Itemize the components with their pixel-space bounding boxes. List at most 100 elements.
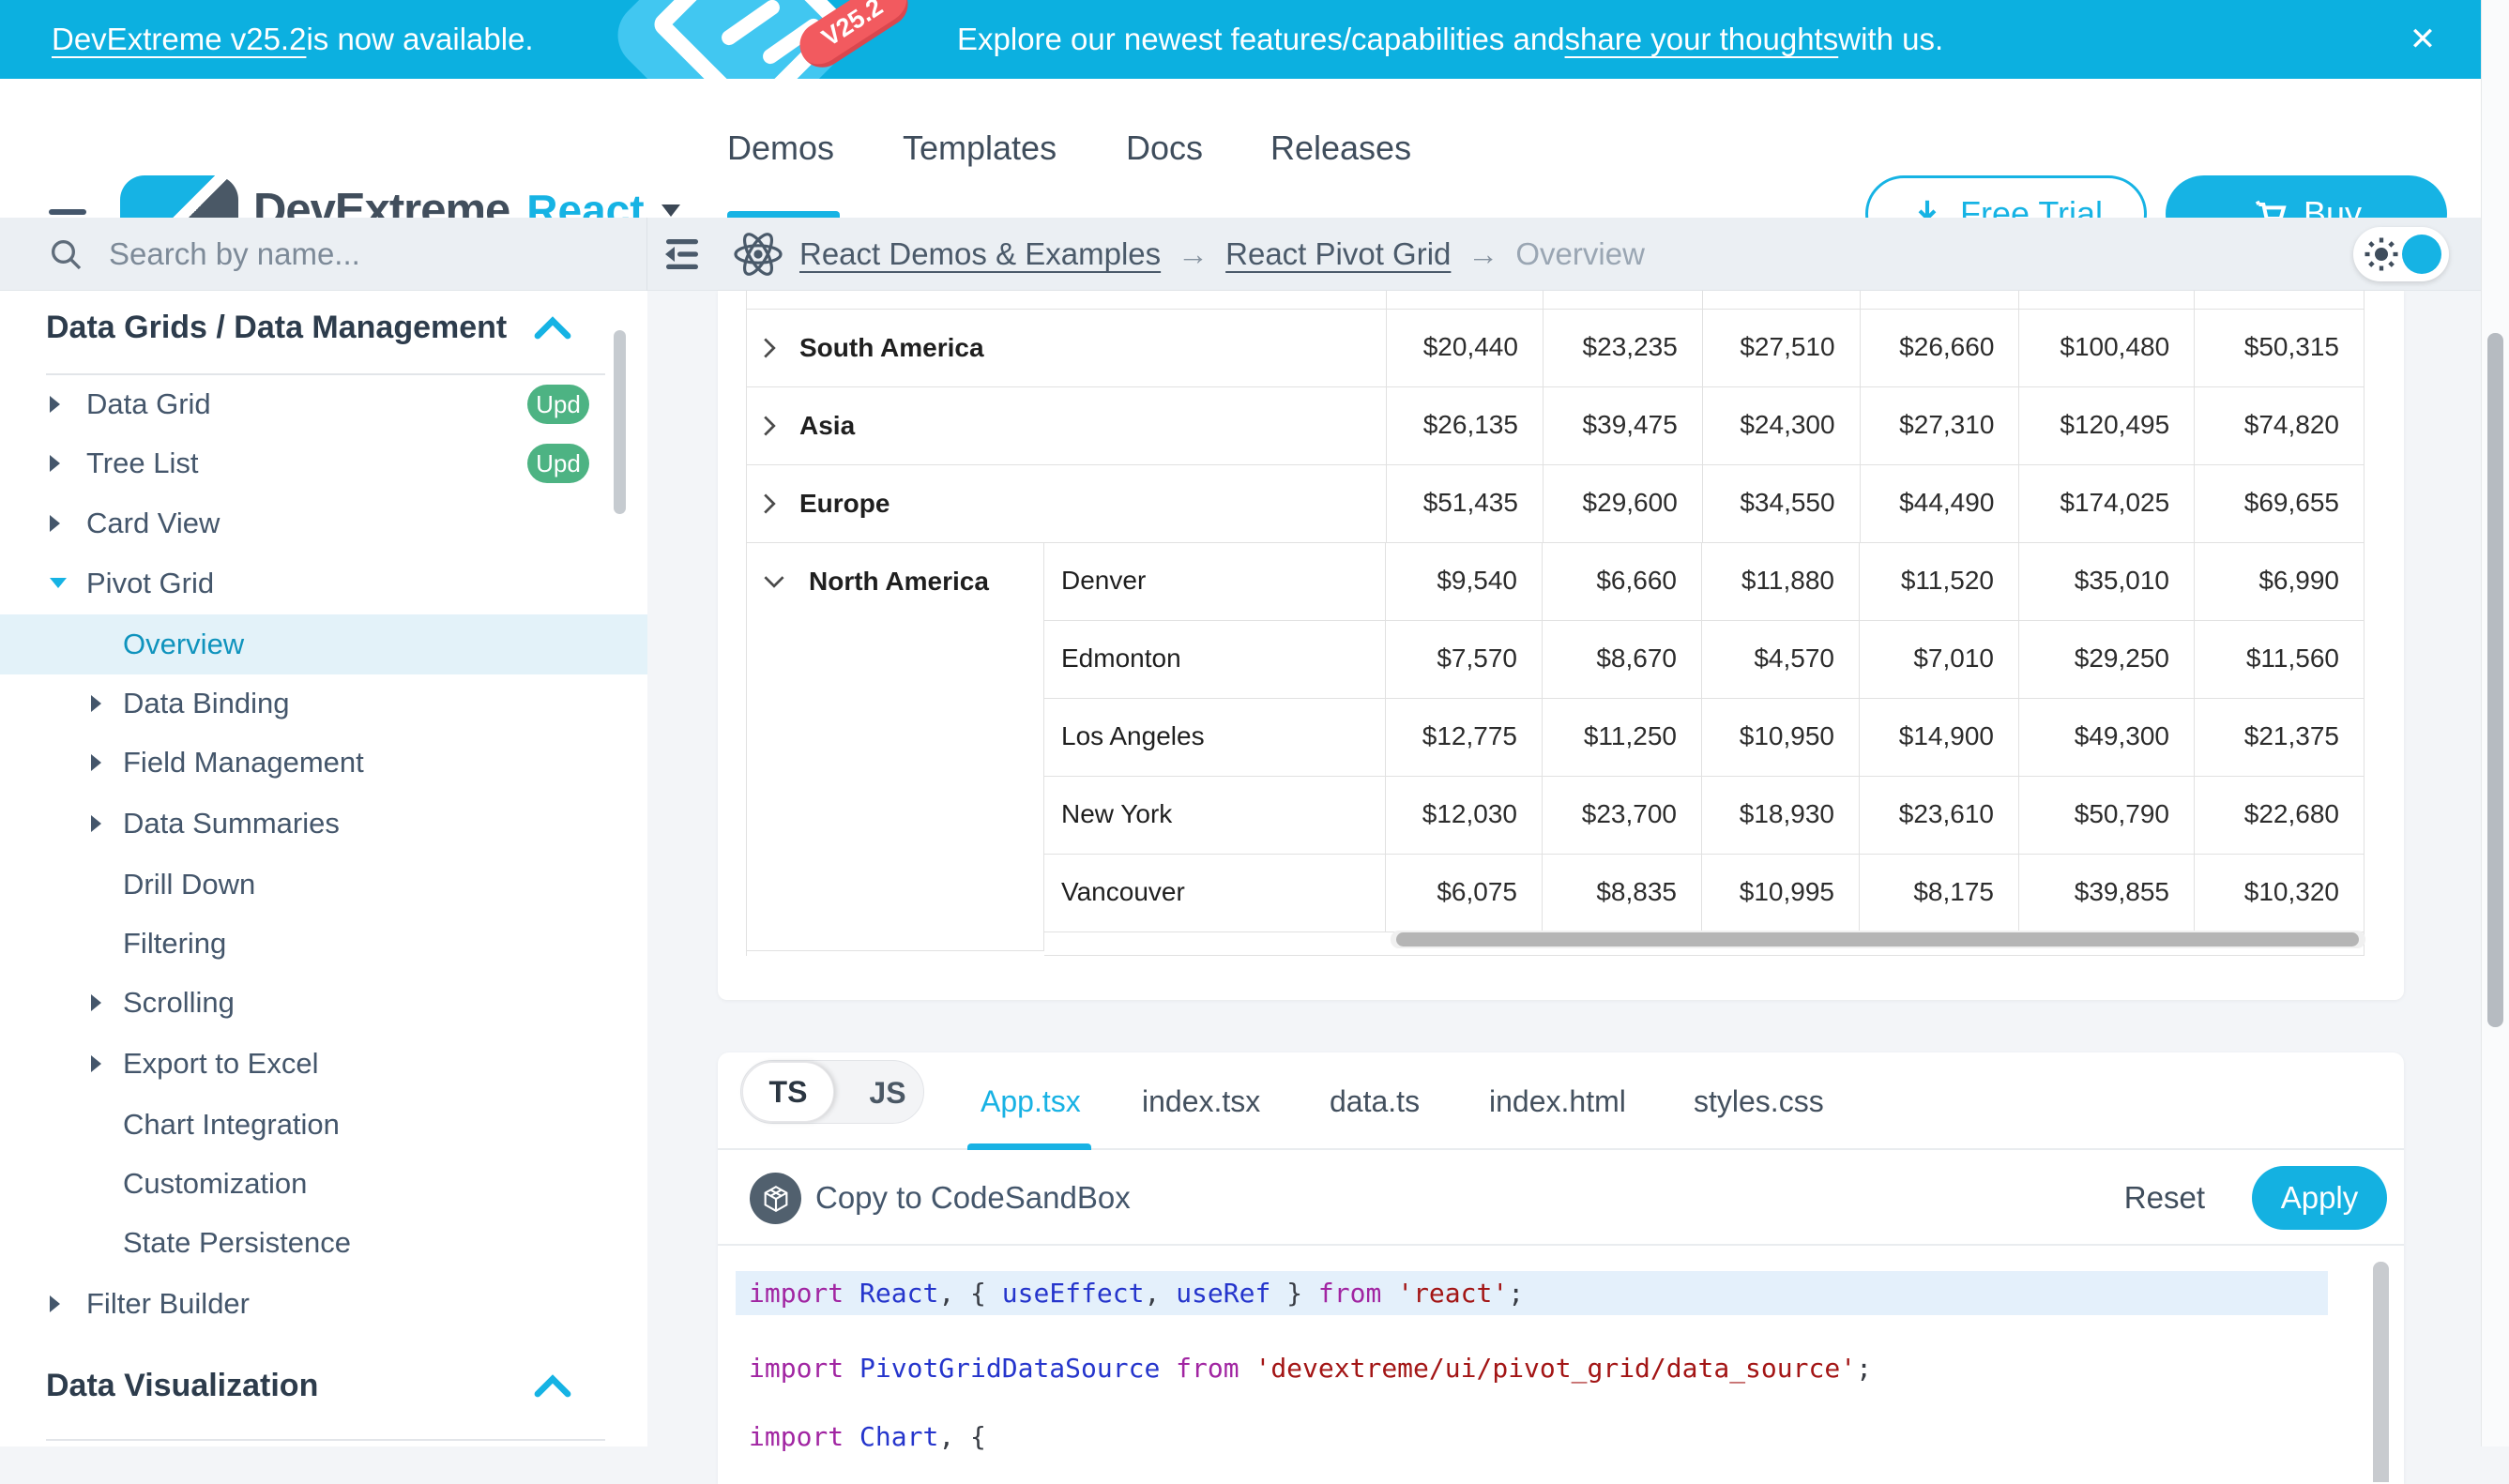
data-cell[interactable]: $10,320 xyxy=(2195,855,2364,931)
code-line[interactable]: import React, { useEffect, useRef } from… xyxy=(736,1271,2328,1315)
data-cell[interactable]: $12,775 xyxy=(1386,699,1543,776)
banner-version-link[interactable]: DevExtreme v25.2 xyxy=(52,22,306,57)
data-cell[interactable]: $18,930 xyxy=(1702,777,1860,854)
sidebar-item-data-grid[interactable]: Data Grid Upd xyxy=(0,374,647,434)
data-cell[interactable]: $34,550 xyxy=(1703,465,1861,542)
expand-arrow-icon[interactable] xyxy=(91,754,101,771)
data-cell[interactable]: $6,990 xyxy=(2195,543,2364,620)
row-header-city[interactable]: Vancouver xyxy=(1044,855,1386,931)
data-cell[interactable]: $9,540 xyxy=(1386,543,1543,620)
table-horizontal-scrollbar-thumb[interactable] xyxy=(1396,932,2359,946)
data-cell[interactable]: $20,440 xyxy=(1387,310,1543,386)
row-header-south-america[interactable]: South America xyxy=(747,310,1387,386)
data-cell[interactable]: $11,250 xyxy=(1543,699,1702,776)
nav-demos[interactable]: Demos xyxy=(727,79,834,218)
sidebar-item-data-binding[interactable]: Data Binding xyxy=(0,674,647,734)
collapse-sidebar-icon[interactable] xyxy=(659,234,704,275)
expand-arrow-icon[interactable] xyxy=(50,396,60,413)
expand-arrow-icon[interactable] xyxy=(91,994,101,1011)
data-cell[interactable]: $50,315 xyxy=(2195,310,2364,386)
chevron-up-icon[interactable] xyxy=(534,1373,571,1398)
data-cell[interactable]: $24,300 xyxy=(1703,387,1861,464)
data-cell[interactable]: $10,950 xyxy=(1702,699,1860,776)
tab-index-html[interactable]: index.html xyxy=(1489,1052,1626,1150)
row-header-city[interactable]: New York xyxy=(1044,777,1386,854)
sidebar-item-overview[interactable]: Overview xyxy=(0,614,647,674)
section-data-grids[interactable]: Data Grids / Data Management xyxy=(46,306,571,349)
chevron-right-icon[interactable] xyxy=(762,492,777,516)
data-cell[interactable]: $12,030 xyxy=(1386,777,1543,854)
data-cell[interactable]: $69,655 xyxy=(2195,465,2364,542)
table-horizontal-scrollbar[interactable] xyxy=(1391,931,2365,948)
nav-docs[interactable]: Docs xyxy=(1126,79,1203,218)
sidebar-item-scrolling[interactable]: Scrolling xyxy=(0,973,647,1033)
theme-toggle[interactable] xyxy=(2353,227,2449,281)
data-cell[interactable]: $39,475 xyxy=(1543,387,1703,464)
sidebar-item-filter-builder[interactable]: Filter Builder xyxy=(0,1274,647,1334)
row-header-north-america[interactable]: North America xyxy=(747,543,1044,951)
expand-arrow-icon[interactable] xyxy=(50,1295,60,1312)
nav-templates[interactable]: Templates xyxy=(903,79,1057,218)
code-line[interactable]: import Chart, { xyxy=(736,1415,2328,1459)
chevron-right-icon[interactable] xyxy=(762,414,777,438)
data-cell[interactable]: $26,660 xyxy=(1861,310,2020,386)
data-cell[interactable]: $22,680 xyxy=(2195,777,2364,854)
row-header-city[interactable]: Edmonton xyxy=(1044,621,1386,698)
data-cell[interactable]: $49,300 xyxy=(2019,699,2195,776)
code-line[interactable]: import PivotGridDataSource from 'devextr… xyxy=(736,1346,2328,1390)
code-editor[interactable]: import React, { useEffect, useRef } from… xyxy=(718,1246,2404,1482)
reset-button[interactable]: Reset xyxy=(2124,1150,2205,1246)
chevron-up-icon[interactable] xyxy=(534,315,571,340)
data-cell[interactable]: $6,660 xyxy=(1543,543,1702,620)
sidebar-scrollbar-thumb[interactable] xyxy=(614,330,626,514)
sidebar-item-tree-list[interactable]: Tree List Upd xyxy=(0,433,647,493)
copy-to-codesandbox-button[interactable]: Copy to CodeSandBox xyxy=(815,1150,1131,1246)
chevron-right-icon[interactable] xyxy=(762,336,777,360)
data-cell[interactable]: $8,670 xyxy=(1543,621,1702,698)
expand-arrow-icon[interactable] xyxy=(91,815,101,832)
row-header-city[interactable]: Los Angeles xyxy=(1044,699,1386,776)
data-cell[interactable]: $29,600 xyxy=(1543,465,1703,542)
data-cell[interactable]: $4,570 xyxy=(1702,621,1860,698)
data-cell[interactable]: $7,570 xyxy=(1386,621,1543,698)
data-cell[interactable]: $100,480 xyxy=(2019,310,2195,386)
data-cell[interactable]: $23,610 xyxy=(1860,777,2019,854)
data-cell[interactable]: $21,375 xyxy=(2195,699,2364,776)
theme-toggle-knob[interactable] xyxy=(2402,235,2441,274)
data-cell[interactable]: $26,135 xyxy=(1387,387,1543,464)
sidebar-item-card-view[interactable]: Card View xyxy=(0,493,647,553)
page-scrollbar[interactable] xyxy=(2481,0,2509,1446)
sidebar-item-customization[interactable]: Customization xyxy=(0,1154,647,1214)
sidebar-item-field-management[interactable]: Field Management xyxy=(0,733,647,793)
tab-index-tsx[interactable]: index.tsx xyxy=(1142,1052,1260,1150)
data-cell[interactable]: $11,520 xyxy=(1860,543,2019,620)
platform-caret-icon[interactable] xyxy=(661,204,680,217)
data-cell[interactable]: $23,700 xyxy=(1543,777,1702,854)
sidebar-item-state-persistence[interactable]: State Persistence xyxy=(0,1213,647,1273)
banner-close-icon[interactable]: ✕ xyxy=(2395,0,2451,79)
row-header-city[interactable]: Denver xyxy=(1044,543,1386,620)
expand-arrow-icon[interactable] xyxy=(91,1055,101,1072)
language-option-js[interactable]: JS xyxy=(850,1061,925,1125)
data-cell[interactable]: $6,075 xyxy=(1386,855,1543,931)
sidebar-search[interactable] xyxy=(0,218,647,291)
data-cell[interactable]: $27,310 xyxy=(1861,387,2020,464)
breadcrumb-demos-link[interactable]: React Demos & Examples xyxy=(799,236,1161,272)
data-cell[interactable]: $7,010 xyxy=(1860,621,2019,698)
language-toggle[interactable]: TS JS xyxy=(740,1060,924,1124)
page-scrollbar-thumb[interactable] xyxy=(2487,333,2503,1027)
expand-arrow-icon[interactable] xyxy=(50,515,60,532)
data-cell[interactable]: $44,490 xyxy=(1861,465,2020,542)
search-input[interactable] xyxy=(109,236,597,272)
expand-arrow-icon[interactable] xyxy=(50,455,60,472)
data-cell[interactable]: $27,510 xyxy=(1703,310,1861,386)
data-cell[interactable]: $50,790 xyxy=(2019,777,2195,854)
language-toggle-knob[interactable]: TS xyxy=(742,1062,834,1122)
data-cell[interactable]: $11,880 xyxy=(1702,543,1860,620)
row-header-europe[interactable]: Europe xyxy=(747,465,1387,542)
breadcrumb-pivot-grid-link[interactable]: React Pivot Grid xyxy=(1225,236,1451,272)
share-your-thoughts-link[interactable]: share your thoughts xyxy=(1565,22,1839,57)
sidebar-item-pivot-grid[interactable]: Pivot Grid xyxy=(0,553,647,613)
data-cell[interactable]: $35,010 xyxy=(2019,543,2195,620)
data-cell[interactable]: $74,820 xyxy=(2195,387,2364,464)
